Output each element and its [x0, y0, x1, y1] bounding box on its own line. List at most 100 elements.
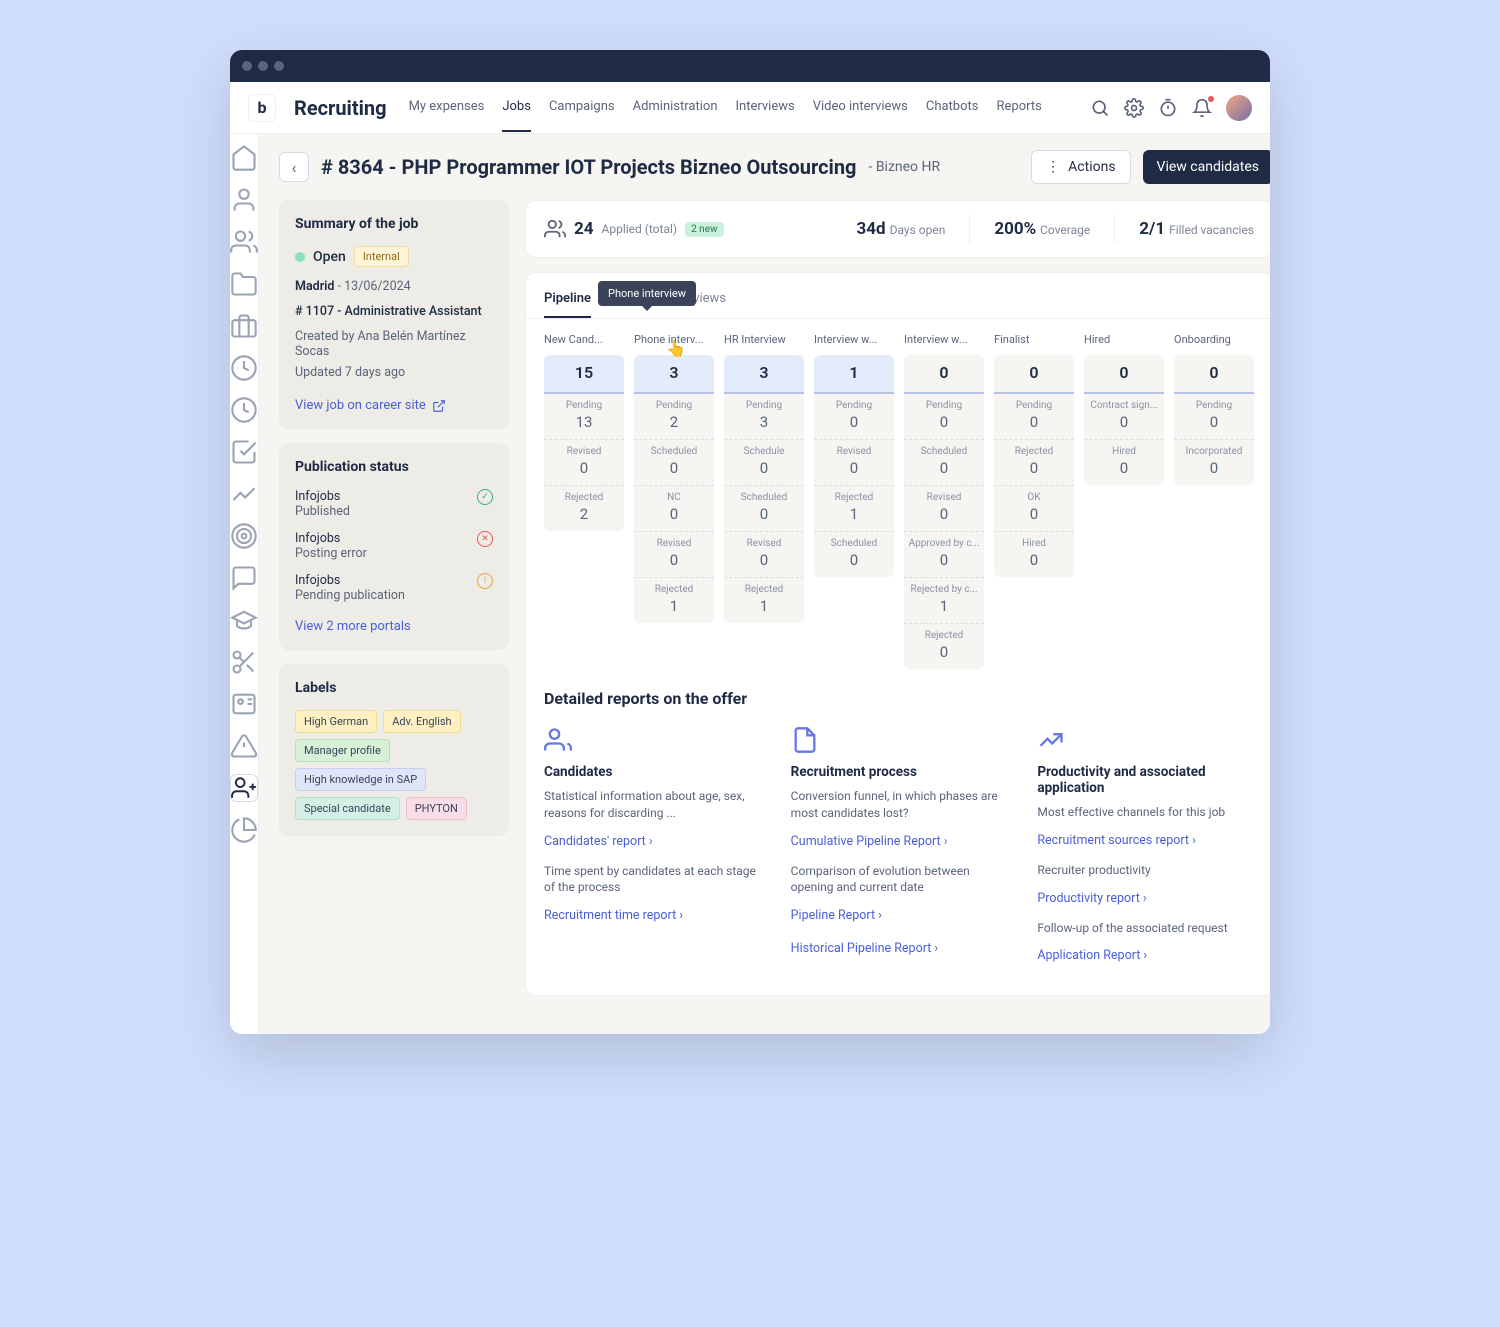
- traffic-light-dot: [274, 61, 284, 71]
- nav-item-chatbots[interactable]: Chatbots: [926, 83, 979, 132]
- applied-count: 24: [574, 219, 594, 239]
- reference-job: # 1107 - Administrative Assistant: [295, 304, 493, 319]
- column-header: Finalist: [994, 333, 1074, 347]
- actions-button[interactable]: ⋮Actions: [1031, 150, 1130, 184]
- pipeline-column: Finalist0Pending0Rejected0OK0Hired0: [994, 333, 1074, 669]
- column-header: Phone interv...: [634, 333, 714, 347]
- page-title: # 8364 - PHP Programmer IOT Projects Biz…: [321, 155, 856, 179]
- status-ok-icon: ✓: [477, 489, 493, 505]
- summary-card: Summary of the job Open Internal Madrid …: [279, 200, 509, 429]
- label-chip[interactable]: Manager profile: [295, 739, 390, 762]
- app-title: Recruiting: [294, 96, 387, 120]
- target-icon[interactable]: [230, 522, 258, 550]
- column-total[interactable]: 3: [634, 355, 714, 394]
- report-col-title: Productivity and associated application: [1037, 764, 1254, 796]
- window-titlebar: [230, 50, 1270, 82]
- column-total[interactable]: 0: [994, 355, 1074, 394]
- back-button[interactable]: ‹: [279, 152, 309, 182]
- column-total[interactable]: 0: [904, 355, 984, 394]
- nav-item-jobs[interactable]: Jobs: [502, 83, 531, 132]
- report-link[interactable]: Productivity report ›: [1037, 891, 1146, 906]
- column-total[interactable]: 0: [1174, 355, 1254, 394]
- nav-item-administration[interactable]: Administration: [633, 83, 718, 132]
- id-icon[interactable]: [230, 690, 258, 718]
- created-by: Created by Ana Belén Martínez Socas: [295, 329, 493, 359]
- message-icon[interactable]: [230, 564, 258, 592]
- nav-item-my-expenses[interactable]: My expenses: [409, 83, 485, 132]
- brand-logo: b: [248, 94, 276, 122]
- graduation-icon[interactable]: [230, 606, 258, 634]
- bell-icon[interactable]: [1192, 98, 1212, 118]
- label-chip[interactable]: PHYTON: [406, 797, 467, 820]
- pipeline-column: HR Interview3Pending3Schedule0Scheduled0…: [724, 333, 804, 669]
- timer-icon[interactable]: [1158, 98, 1178, 118]
- user-icon[interactable]: [230, 186, 258, 214]
- report-link[interactable]: Cumulative Pipeline Report ›: [791, 834, 948, 849]
- pie-icon[interactable]: [230, 816, 258, 844]
- column-header: Hired: [1084, 333, 1164, 347]
- more-portals-link[interactable]: View 2 more portals: [295, 619, 411, 634]
- scissors-icon[interactable]: [230, 648, 258, 676]
- report-link[interactable]: Application Report ›: [1037, 948, 1147, 963]
- labels-card: Labels High German Adv. English Manager pr…: [279, 664, 509, 836]
- pipeline-column: Phone interv...3Pending2Scheduled0NC0Rev…: [634, 333, 714, 669]
- portal-name: Infojobs: [295, 531, 367, 546]
- updated-at: Updated 7 days ago: [295, 365, 493, 380]
- check-square-icon[interactable]: [230, 438, 258, 466]
- labels-title: Labels: [295, 680, 493, 696]
- report-link[interactable]: Historical Pipeline Report ›: [791, 941, 939, 956]
- portal-status: Published: [295, 504, 350, 519]
- home-icon[interactable]: [230, 144, 258, 172]
- report-icon: [1037, 726, 1065, 754]
- alert-icon[interactable]: [230, 732, 258, 760]
- tab-pipeline[interactable]: Pipeline: [544, 287, 591, 318]
- report-desc: Follow-up of the associated request: [1037, 920, 1254, 937]
- column-header: HR Interview: [724, 333, 804, 347]
- report-desc: Time spent by candidates at each stage o…: [544, 863, 761, 897]
- report-desc: Statistical information about age, sex, …: [544, 788, 761, 822]
- briefcase-icon[interactable]: [230, 312, 258, 340]
- folder-icon[interactable]: [230, 270, 258, 298]
- search-icon[interactable]: [1090, 98, 1110, 118]
- new-badge: 2 new: [685, 222, 723, 237]
- nav-item-interviews[interactable]: Interviews: [736, 83, 795, 132]
- status-pend-icon: !: [477, 573, 493, 589]
- gear-icon[interactable]: [1124, 98, 1144, 118]
- clock-icon[interactable]: [230, 396, 258, 424]
- column-total[interactable]: 15: [544, 355, 624, 394]
- label-chip[interactable]: High knowledge in SAP: [295, 768, 426, 791]
- pipeline-column: Onboarding0Pending0Incorporated0: [1174, 333, 1254, 669]
- clock-icon[interactable]: [230, 354, 258, 382]
- portal-status: Posting error: [295, 546, 367, 561]
- report-link[interactable]: Pipeline Report ›: [791, 908, 882, 923]
- view-candidates-button[interactable]: View candidates: [1143, 150, 1270, 184]
- applied-label: Applied (total): [602, 222, 678, 236]
- chart-icon[interactable]: [230, 480, 258, 508]
- user-plus-icon[interactable]: [230, 774, 258, 802]
- internal-tag: Internal: [354, 246, 409, 267]
- label-chip[interactable]: High German: [295, 710, 377, 733]
- users-icon[interactable]: [230, 228, 258, 256]
- pipeline-column: New Cand...15Pending13Revised0Rejected2: [544, 333, 624, 669]
- report-link[interactable]: Recruitment time report ›: [544, 908, 683, 923]
- publication-title: Publication status: [295, 459, 493, 475]
- report-icon: [791, 726, 819, 754]
- status-indicator: [295, 252, 305, 262]
- report-link[interactable]: Recruitment sources report ›: [1037, 833, 1196, 848]
- column-total[interactable]: 0: [1084, 355, 1164, 394]
- avatar[interactable]: [1226, 95, 1252, 121]
- traffic-light-dot: [258, 61, 268, 71]
- column-total[interactable]: 3: [724, 355, 804, 394]
- status-err-icon: ✕: [477, 531, 493, 547]
- pipeline-card: Phone interview PipelineDetailsInterview…: [525, 272, 1270, 996]
- column-total[interactable]: 1: [814, 355, 894, 394]
- report-link[interactable]: Candidates' report ›: [544, 834, 653, 849]
- nav-item-campaigns[interactable]: Campaigns: [549, 83, 615, 132]
- label-chip[interactable]: Special candidate: [295, 797, 400, 820]
- label-chip[interactable]: Adv. English: [383, 710, 460, 733]
- job-status: Open: [313, 249, 346, 265]
- nav-item-reports[interactable]: Reports: [996, 83, 1041, 132]
- nav-item-video-interviews[interactable]: Video interviews: [813, 83, 908, 132]
- career-site-link[interactable]: View job on career site: [295, 398, 446, 413]
- column-header: Interview w...: [904, 333, 984, 347]
